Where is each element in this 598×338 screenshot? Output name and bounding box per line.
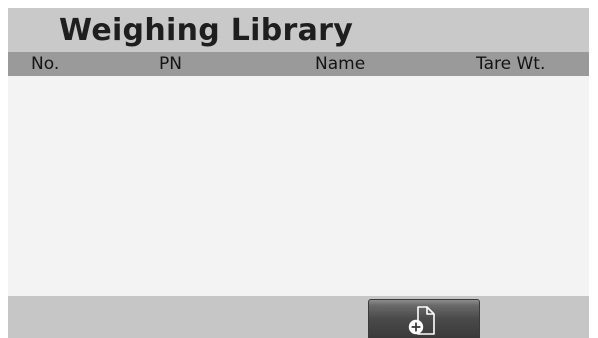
weighing-library-screen: Weighing Library No. PN Name Tare Wt. xyxy=(8,8,589,338)
column-header-pn: PN xyxy=(159,54,182,74)
table-header: No. PN Name Tare Wt. xyxy=(8,52,589,76)
page-title: Weighing Library xyxy=(59,13,354,48)
add-item-button[interactable] xyxy=(368,299,480,338)
bottom-toolbar xyxy=(8,296,589,338)
column-header-no: No. xyxy=(31,54,60,74)
title-bar: Weighing Library xyxy=(8,8,589,52)
column-header-name: Name xyxy=(315,54,366,74)
add-document-icon xyxy=(408,306,435,335)
column-header-tare-wt: Tare Wt. xyxy=(476,54,546,74)
library-list[interactable] xyxy=(8,76,589,296)
